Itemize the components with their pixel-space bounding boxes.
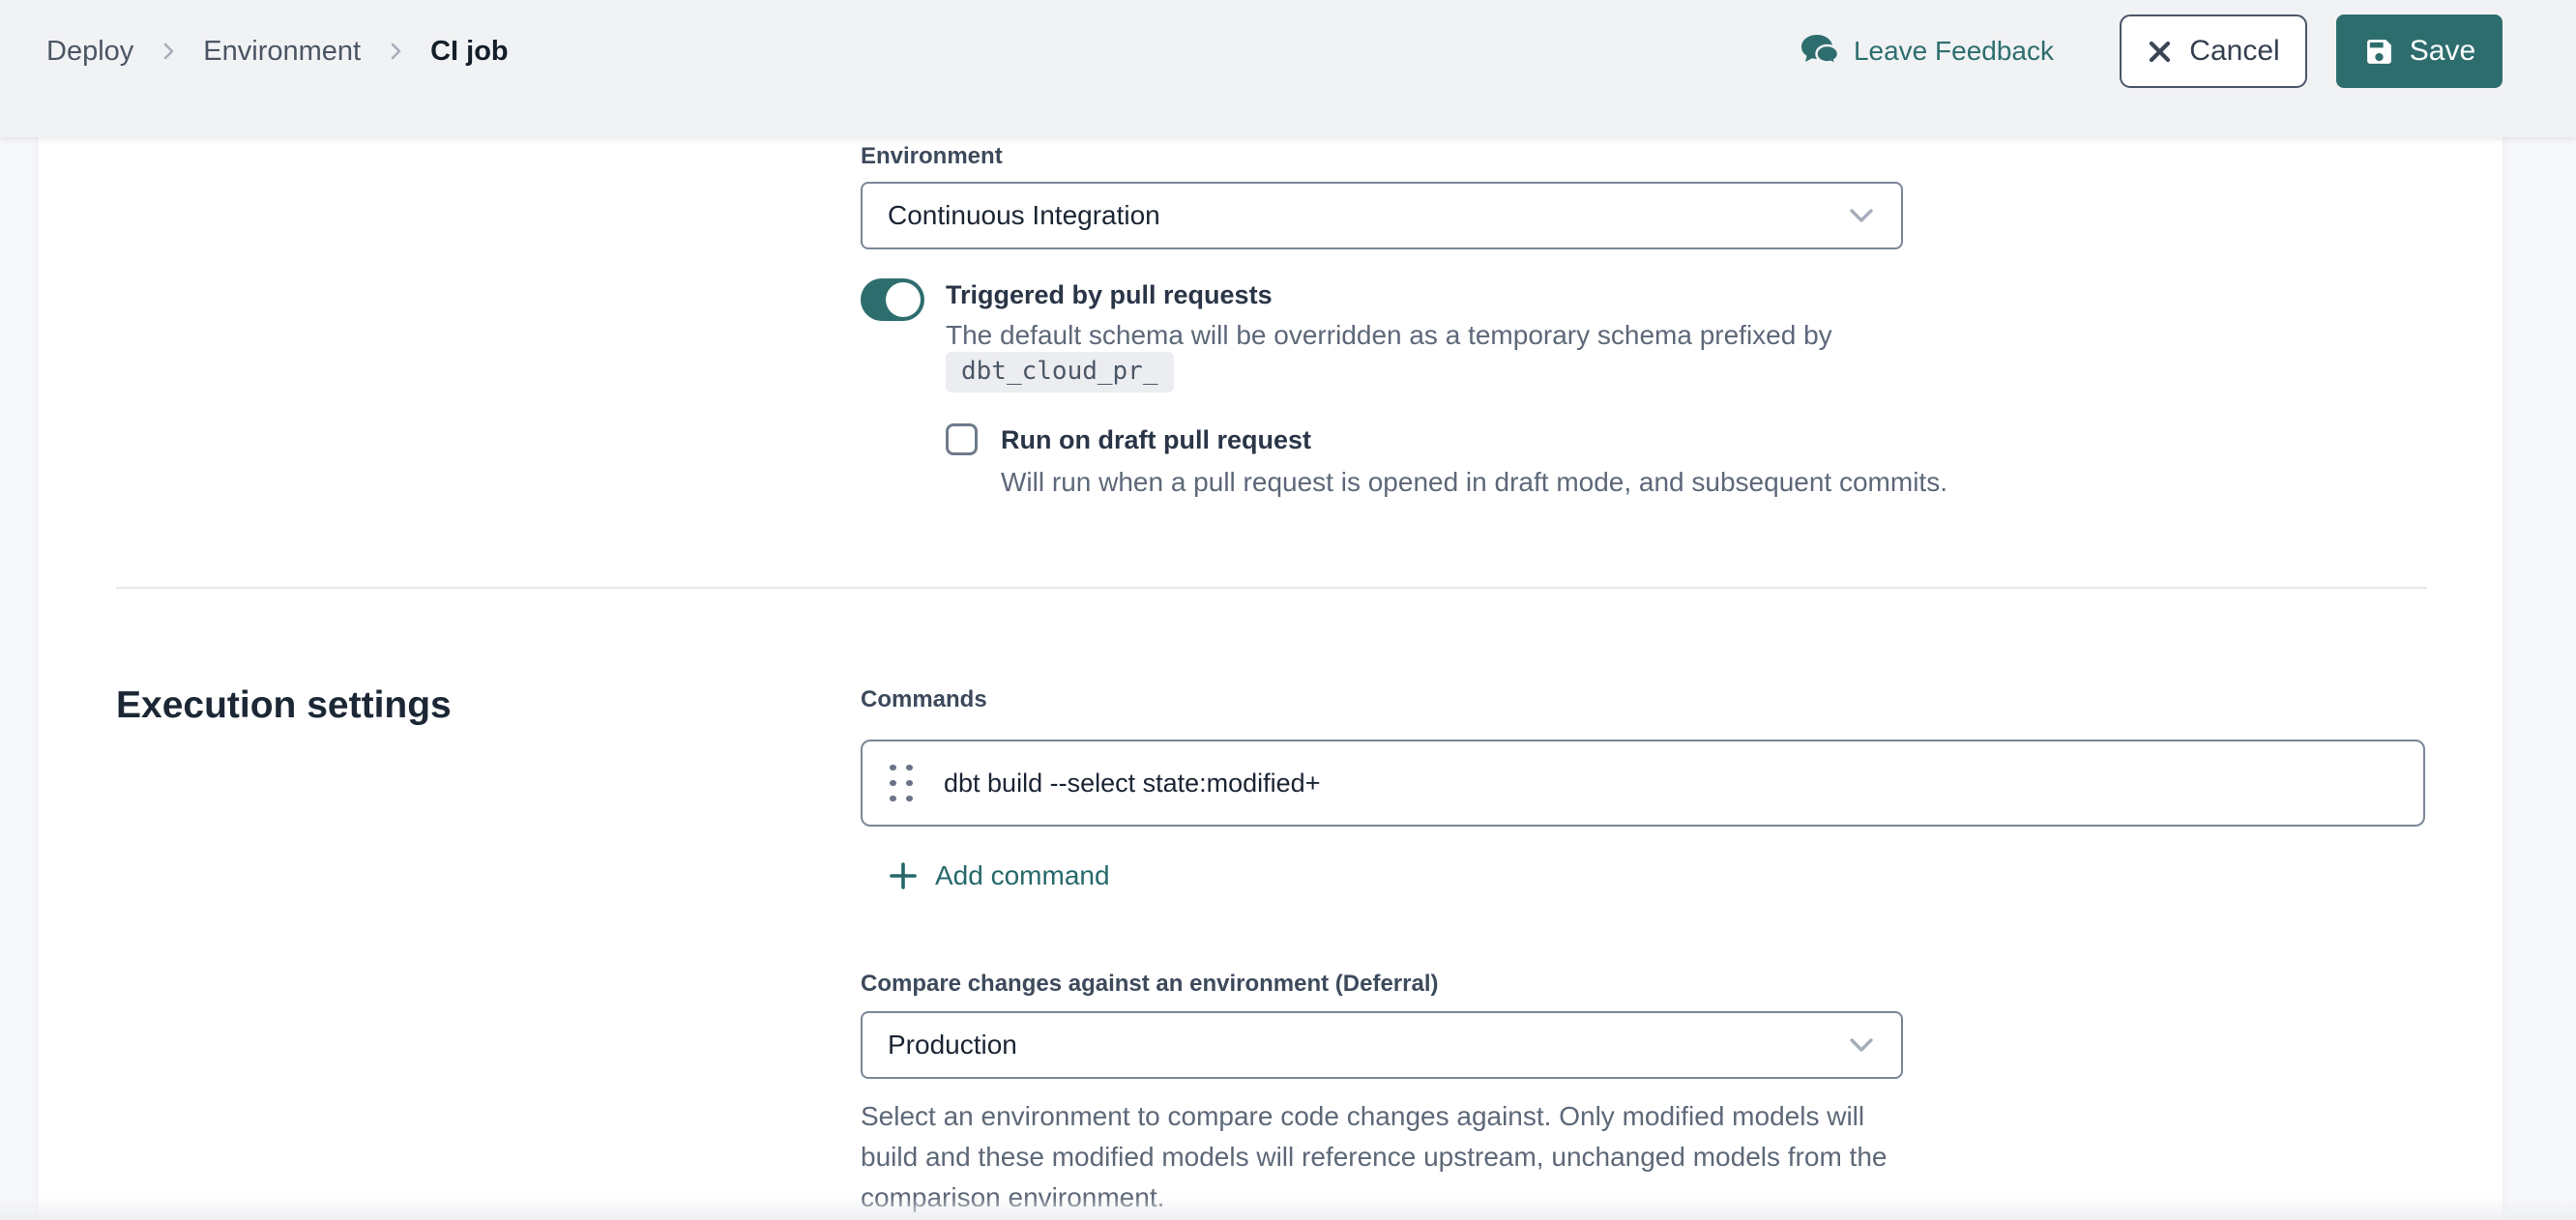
chevron-right-icon <box>159 40 178 63</box>
draft-pr-checkbox[interactable] <box>946 423 978 455</box>
plus-icon <box>888 860 919 891</box>
schema-prefix-code: dbt_cloud_pr_ <box>946 352 1174 392</box>
command-row <box>861 740 2425 827</box>
add-command-button[interactable]: Add command <box>888 860 1110 891</box>
cancel-button[interactable]: Cancel <box>2120 15 2307 88</box>
save-button[interactable]: Save <box>2336 15 2503 88</box>
environment-label: Environment <box>861 143 1003 170</box>
draft-pr-label: Run on draft pull request <box>1001 425 1311 455</box>
deferral-label: Compare changes against an environment (… <box>861 971 1439 998</box>
deferral-select[interactable]: Production <box>861 1011 1903 1079</box>
cancel-button-label: Cancel <box>2189 35 2279 68</box>
breadcrumb-item-deploy[interactable]: Deploy <box>46 36 133 68</box>
pr-trigger-description: The default schema will be overridden as… <box>946 315 1835 356</box>
chevron-down-icon <box>1845 205 1878 226</box>
section-divider <box>116 587 2427 589</box>
draft-pr-description: Will run when a pull request is opened i… <box>1001 462 2451 503</box>
settings-card: Environment Continuous Integration Trigg… <box>39 137 2503 1220</box>
pr-trigger-label: Triggered by pull requests <box>946 280 1273 310</box>
execution-settings-title: Execution settings <box>116 684 452 727</box>
deferral-help-text: Select an environment to compare code ch… <box>861 1096 1911 1218</box>
pr-trigger-toggle[interactable] <box>861 278 924 321</box>
close-icon <box>2147 39 2173 65</box>
breadcrumb-item-environment[interactable]: Environment <box>203 36 361 68</box>
leave-feedback-button[interactable]: Leave Feedback <box>1800 33 2054 70</box>
environment-select[interactable]: Continuous Integration <box>861 182 1903 249</box>
chevron-down-icon <box>1845 1034 1878 1056</box>
chevron-right-icon <box>386 40 405 63</box>
environment-select-value: Continuous Integration <box>888 200 1160 231</box>
top-bar: Deploy Environment CI job Leave Feedback <box>0 0 2576 137</box>
leave-feedback-label: Leave Feedback <box>1854 36 2054 67</box>
topbar-actions: Leave Feedback Cancel Save <box>1800 15 2503 88</box>
drag-handle-icon[interactable] <box>890 765 913 802</box>
feedback-chat-icon <box>1800 33 1840 70</box>
breadcrumb: Deploy Environment CI job <box>46 36 509 68</box>
ci-job-settings-page: Deploy Environment CI job Leave Feedback <box>0 0 2576 1220</box>
commands-label: Commands <box>861 686 987 713</box>
command-input[interactable] <box>944 769 2404 799</box>
save-icon <box>2363 36 2395 68</box>
deferral-select-value: Production <box>888 1030 1017 1060</box>
add-command-label: Add command <box>935 860 1110 891</box>
pr-trigger-toggle-knob <box>886 282 921 317</box>
save-button-label: Save <box>2410 35 2475 68</box>
breadcrumb-item-ci-job: CI job <box>430 36 509 68</box>
